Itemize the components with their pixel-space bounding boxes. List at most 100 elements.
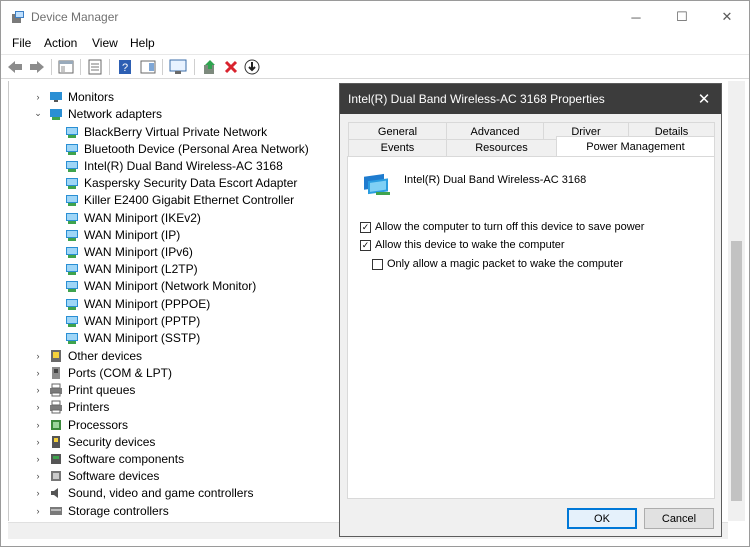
uninstall-device-icon[interactable] (222, 58, 240, 76)
scrollbar-thumb[interactable] (731, 241, 742, 501)
tree-item-label: WAN Miniport (IKEv2) (84, 210, 201, 225)
network-card-icon (65, 279, 79, 293)
unknown-device-icon (49, 349, 63, 363)
network-adapter-icon (364, 173, 390, 195)
tree-item-label: WAN Miniport (L2TP) (84, 261, 198, 276)
power-management-panel: Intel(R) Dual Band Wireless-AC 3168 ✓ Al… (347, 156, 715, 499)
tree-item[interactable]: Intel(R) Dual Band Wireless-AC 3168 (65, 157, 283, 174)
tree-item[interactable]: WAN Miniport (IKEv2) (65, 209, 201, 226)
network-card-icon (65, 142, 79, 156)
action-pane-icon[interactable] (139, 58, 157, 76)
help-icon[interactable]: ? (116, 58, 134, 76)
tab-resources[interactable]: Resources (446, 139, 557, 156)
tree-item[interactable]: WAN Miniport (IP) (65, 226, 180, 243)
tree-item-label: Print queues (68, 382, 136, 397)
expand-chevron-icon[interactable]: › (33, 506, 43, 516)
tree-item[interactable]: WAN Miniport (PPPOE) (65, 295, 210, 312)
back-arrow-icon[interactable] (6, 58, 24, 76)
tab-general[interactable]: General (348, 122, 447, 140)
update-driver-icon[interactable] (201, 58, 219, 76)
menu-file[interactable]: File (12, 36, 31, 50)
tree-item[interactable]: › Storage controllers (33, 502, 169, 519)
tree-item[interactable]: Killer E2400 Gigabit Ethernet Controller (65, 191, 294, 208)
vertical-scrollbar[interactable] (728, 81, 745, 521)
menu-help[interactable]: Help (130, 36, 155, 50)
tab-power-management[interactable]: Power Management (556, 136, 715, 156)
tree-item[interactable]: › Print queues (33, 381, 136, 398)
checkbox-box[interactable]: ✓ (360, 221, 371, 233)
cancel-button[interactable]: Cancel (644, 508, 714, 529)
tree-item[interactable]: Bluetooth Device (Personal Area Network) (65, 140, 309, 157)
tree-item-label: WAN Miniport (PPTP) (84, 313, 201, 328)
tree-item-label: Other devices (68, 348, 143, 363)
forward-arrow-icon[interactable] (28, 58, 46, 76)
download-icon[interactable] (243, 58, 261, 76)
tree-item[interactable]: › Security devices (33, 433, 156, 450)
checkbox-box[interactable]: ✓ (360, 239, 371, 251)
tree-item[interactable]: › Other devices (33, 347, 143, 364)
expand-chevron-icon[interactable]: › (33, 471, 43, 481)
tab-advanced[interactable]: Advanced (446, 122, 544, 140)
properties-icon[interactable] (86, 58, 104, 76)
device-name: Intel(R) Dual Band Wireless-AC 3168 (404, 174, 587, 186)
expand-chevron-icon[interactable]: › (33, 385, 43, 395)
network-card-icon (65, 228, 79, 242)
security-device-icon (49, 435, 63, 449)
expand-chevron-icon[interactable]: › (33, 351, 43, 361)
network-card-icon (65, 159, 79, 173)
tree-item-label: Ports (COM & LPT) (68, 365, 173, 380)
collapse-chevron-icon[interactable]: ⌄ (33, 108, 43, 119)
expand-chevron-icon[interactable]: › (33, 437, 43, 447)
menu-action[interactable]: Action (44, 36, 77, 50)
tree-item[interactable]: WAN Miniport (PPTP) (65, 312, 200, 329)
tree-item-label: Printers (68, 399, 110, 414)
tab-events[interactable]: Events (348, 139, 447, 156)
expand-chevron-icon[interactable]: › (33, 420, 43, 430)
network-card-icon (65, 211, 79, 225)
checkbox-box[interactable] (372, 258, 383, 270)
tree-item[interactable]: WAN Miniport (SSTP) (65, 329, 200, 346)
close-button[interactable]: ✕ (704, 1, 750, 33)
scan-hardware-icon[interactable] (169, 58, 187, 76)
tree-item[interactable]: › Monitors (33, 88, 115, 105)
expand-chevron-icon[interactable]: › (33, 402, 43, 412)
ok-button[interactable]: OK (567, 508, 637, 529)
network-card-icon (65, 297, 79, 311)
tree-item[interactable]: › Printers (33, 398, 110, 415)
properties-dialog: Intel(R) Dual Band Wireless-AC 3168 Prop… (339, 83, 722, 537)
tree-item[interactable]: WAN Miniport (L2TP) (65, 260, 198, 277)
tree-item[interactable]: › Ports (COM & LPT) (33, 364, 173, 381)
tree-item[interactable]: ⌄ Network adapters (33, 105, 162, 122)
magic-packet-checkbox[interactable]: Only allow a magic packet to wake the co… (372, 258, 623, 270)
network-card-icon (65, 125, 79, 139)
maximize-button[interactable]: ☐ (659, 1, 705, 33)
show-hide-console-tree-icon[interactable] (57, 58, 75, 76)
tree-item-label: WAN Miniport (SSTP) (84, 330, 201, 345)
tree-item-label: Sound, video and game controllers (68, 485, 254, 500)
toolbar: ? (1, 54, 749, 79)
allow-turn-off-checkbox[interactable]: ✓ Allow the computer to turn off this de… (360, 221, 644, 233)
window-title: Device Manager (31, 10, 119, 24)
tree-item[interactable]: Kaspersky Security Data Escort Adapter (65, 174, 297, 191)
tree-item-label: Killer E2400 Gigabit Ethernet Controller (84, 192, 295, 207)
tree-item-label: Kaspersky Security Data Escort Adapter (84, 175, 298, 190)
menu-view[interactable]: View (92, 36, 118, 50)
network-card-icon (65, 314, 79, 328)
close-icon[interactable]: ✕ (692, 87, 716, 111)
minimize-button[interactable]: ─ (613, 1, 659, 33)
tree-item[interactable]: BlackBerry Virtual Private Network (65, 123, 267, 140)
expand-chevron-icon[interactable]: › (33, 92, 43, 102)
speaker-icon (49, 486, 63, 500)
expand-chevron-icon[interactable]: › (33, 368, 43, 378)
menu-bar: File Action View Help (1, 33, 749, 54)
tree-item[interactable]: › Software components (33, 450, 185, 467)
tree-item[interactable]: › Processors (33, 416, 129, 433)
tree-item[interactable]: WAN Miniport (Network Monitor) (65, 277, 256, 294)
tree-item[interactable]: WAN Miniport (IPv6) (65, 243, 193, 260)
tree-item[interactable]: › Sound, video and game controllers (33, 484, 254, 501)
tree-item[interactable]: › Software devices (33, 467, 160, 484)
expand-chevron-icon[interactable]: › (33, 488, 43, 498)
expand-chevron-icon[interactable]: › (33, 454, 43, 464)
allow-wake-checkbox[interactable]: ✓ Allow this device to wake the computer (360, 239, 565, 251)
tree-item-label: WAN Miniport (PPPOE) (84, 296, 211, 311)
